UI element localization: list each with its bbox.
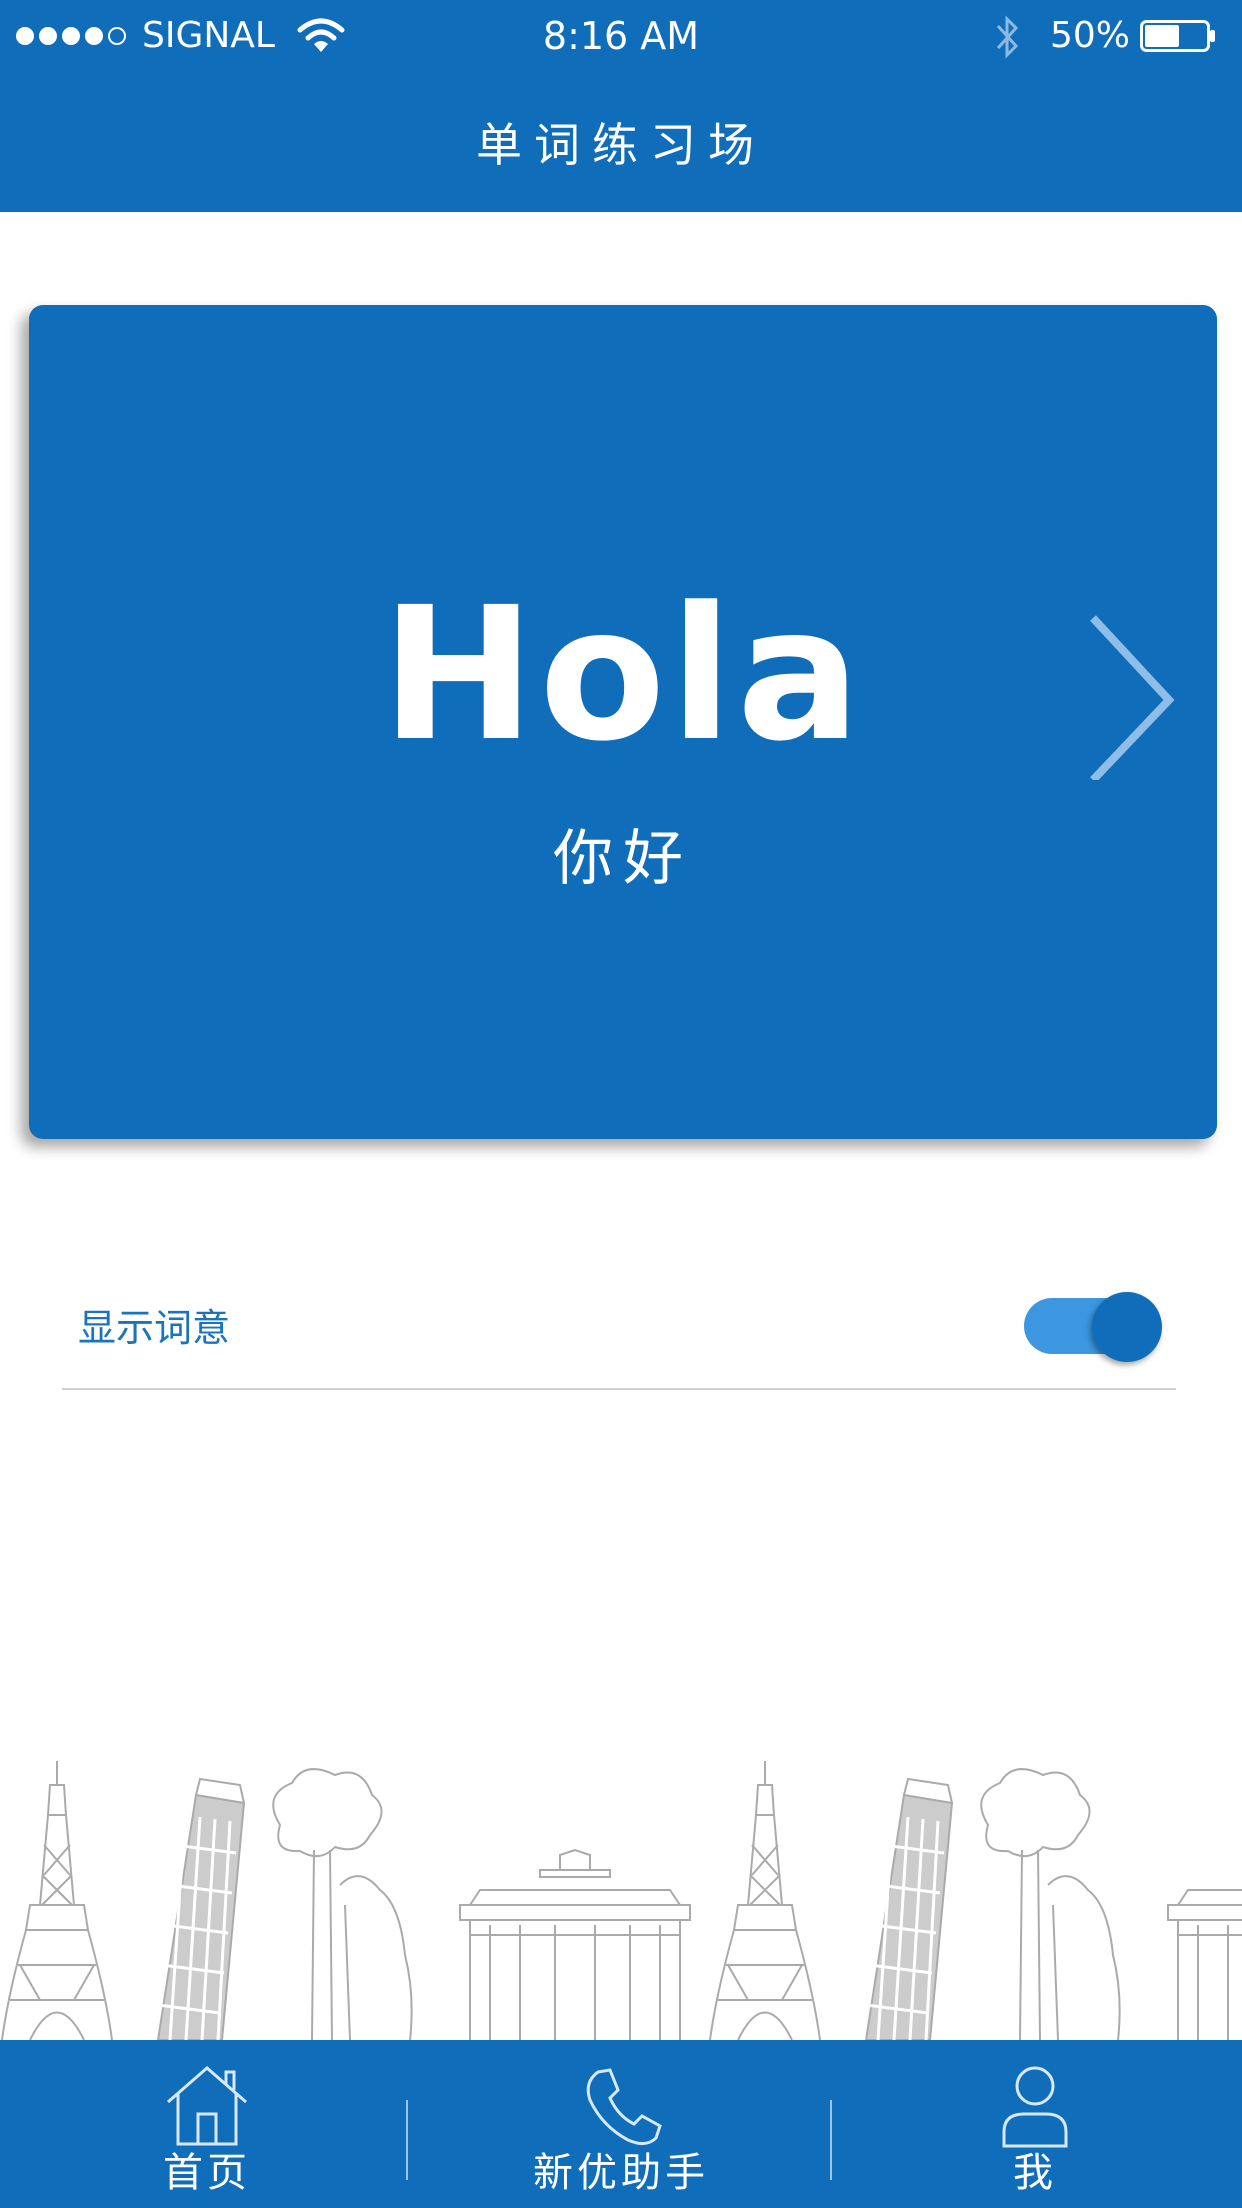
tab-assistant[interactable]: 新优助手 [414, 2040, 828, 2208]
user-icon [1002, 2066, 1068, 2148]
divider [62, 1388, 1176, 1390]
tab-me[interactable]: 我 [828, 2040, 1242, 2208]
page-title: 单词练习场 [476, 118, 766, 172]
home-icon [167, 2066, 247, 2146]
gate-building-icon [459, 1848, 691, 2040]
eiffel-tower-icon [1, 1761, 113, 2040]
bear-tree-statue-icon [272, 1768, 413, 2040]
tab-bar: 首页 新优助手 我 [0, 2040, 1242, 2208]
tab-me-label: 我 [1013, 2150, 1057, 2196]
show-meaning-toggle[interactable] [1024, 1292, 1162, 1362]
bluetooth-icon [996, 15, 1019, 59]
show-meaning-row: 显示词意 [62, 1280, 1176, 1390]
tab-home[interactable]: 首页 [0, 2040, 414, 2208]
nav-bar: 单词练习场 [0, 72, 1242, 212]
toggle-knob [1092, 1292, 1162, 1362]
word-meaning: 你好 [553, 824, 693, 894]
status-bar: SIGNAL 8:16 AM 50% [0, 0, 1242, 72]
phone-icon [586, 2068, 662, 2145]
landmarks-skyline-illustration [1, 1759, 1242, 2040]
word-card[interactable]: Hola 你好 [29, 305, 1217, 1139]
chevron-right-icon[interactable] [1087, 610, 1187, 780]
tab-separator [406, 2100, 408, 2180]
word-text: Hola [381, 568, 865, 782]
tab-home-label: 首页 [163, 2150, 251, 2196]
battery-icon [1140, 20, 1215, 52]
tab-assistant-label: 新优助手 [533, 2150, 709, 2196]
show-meaning-label: 显示词意 [78, 1306, 231, 1350]
battery-percentage: 50% [1050, 15, 1131, 56]
